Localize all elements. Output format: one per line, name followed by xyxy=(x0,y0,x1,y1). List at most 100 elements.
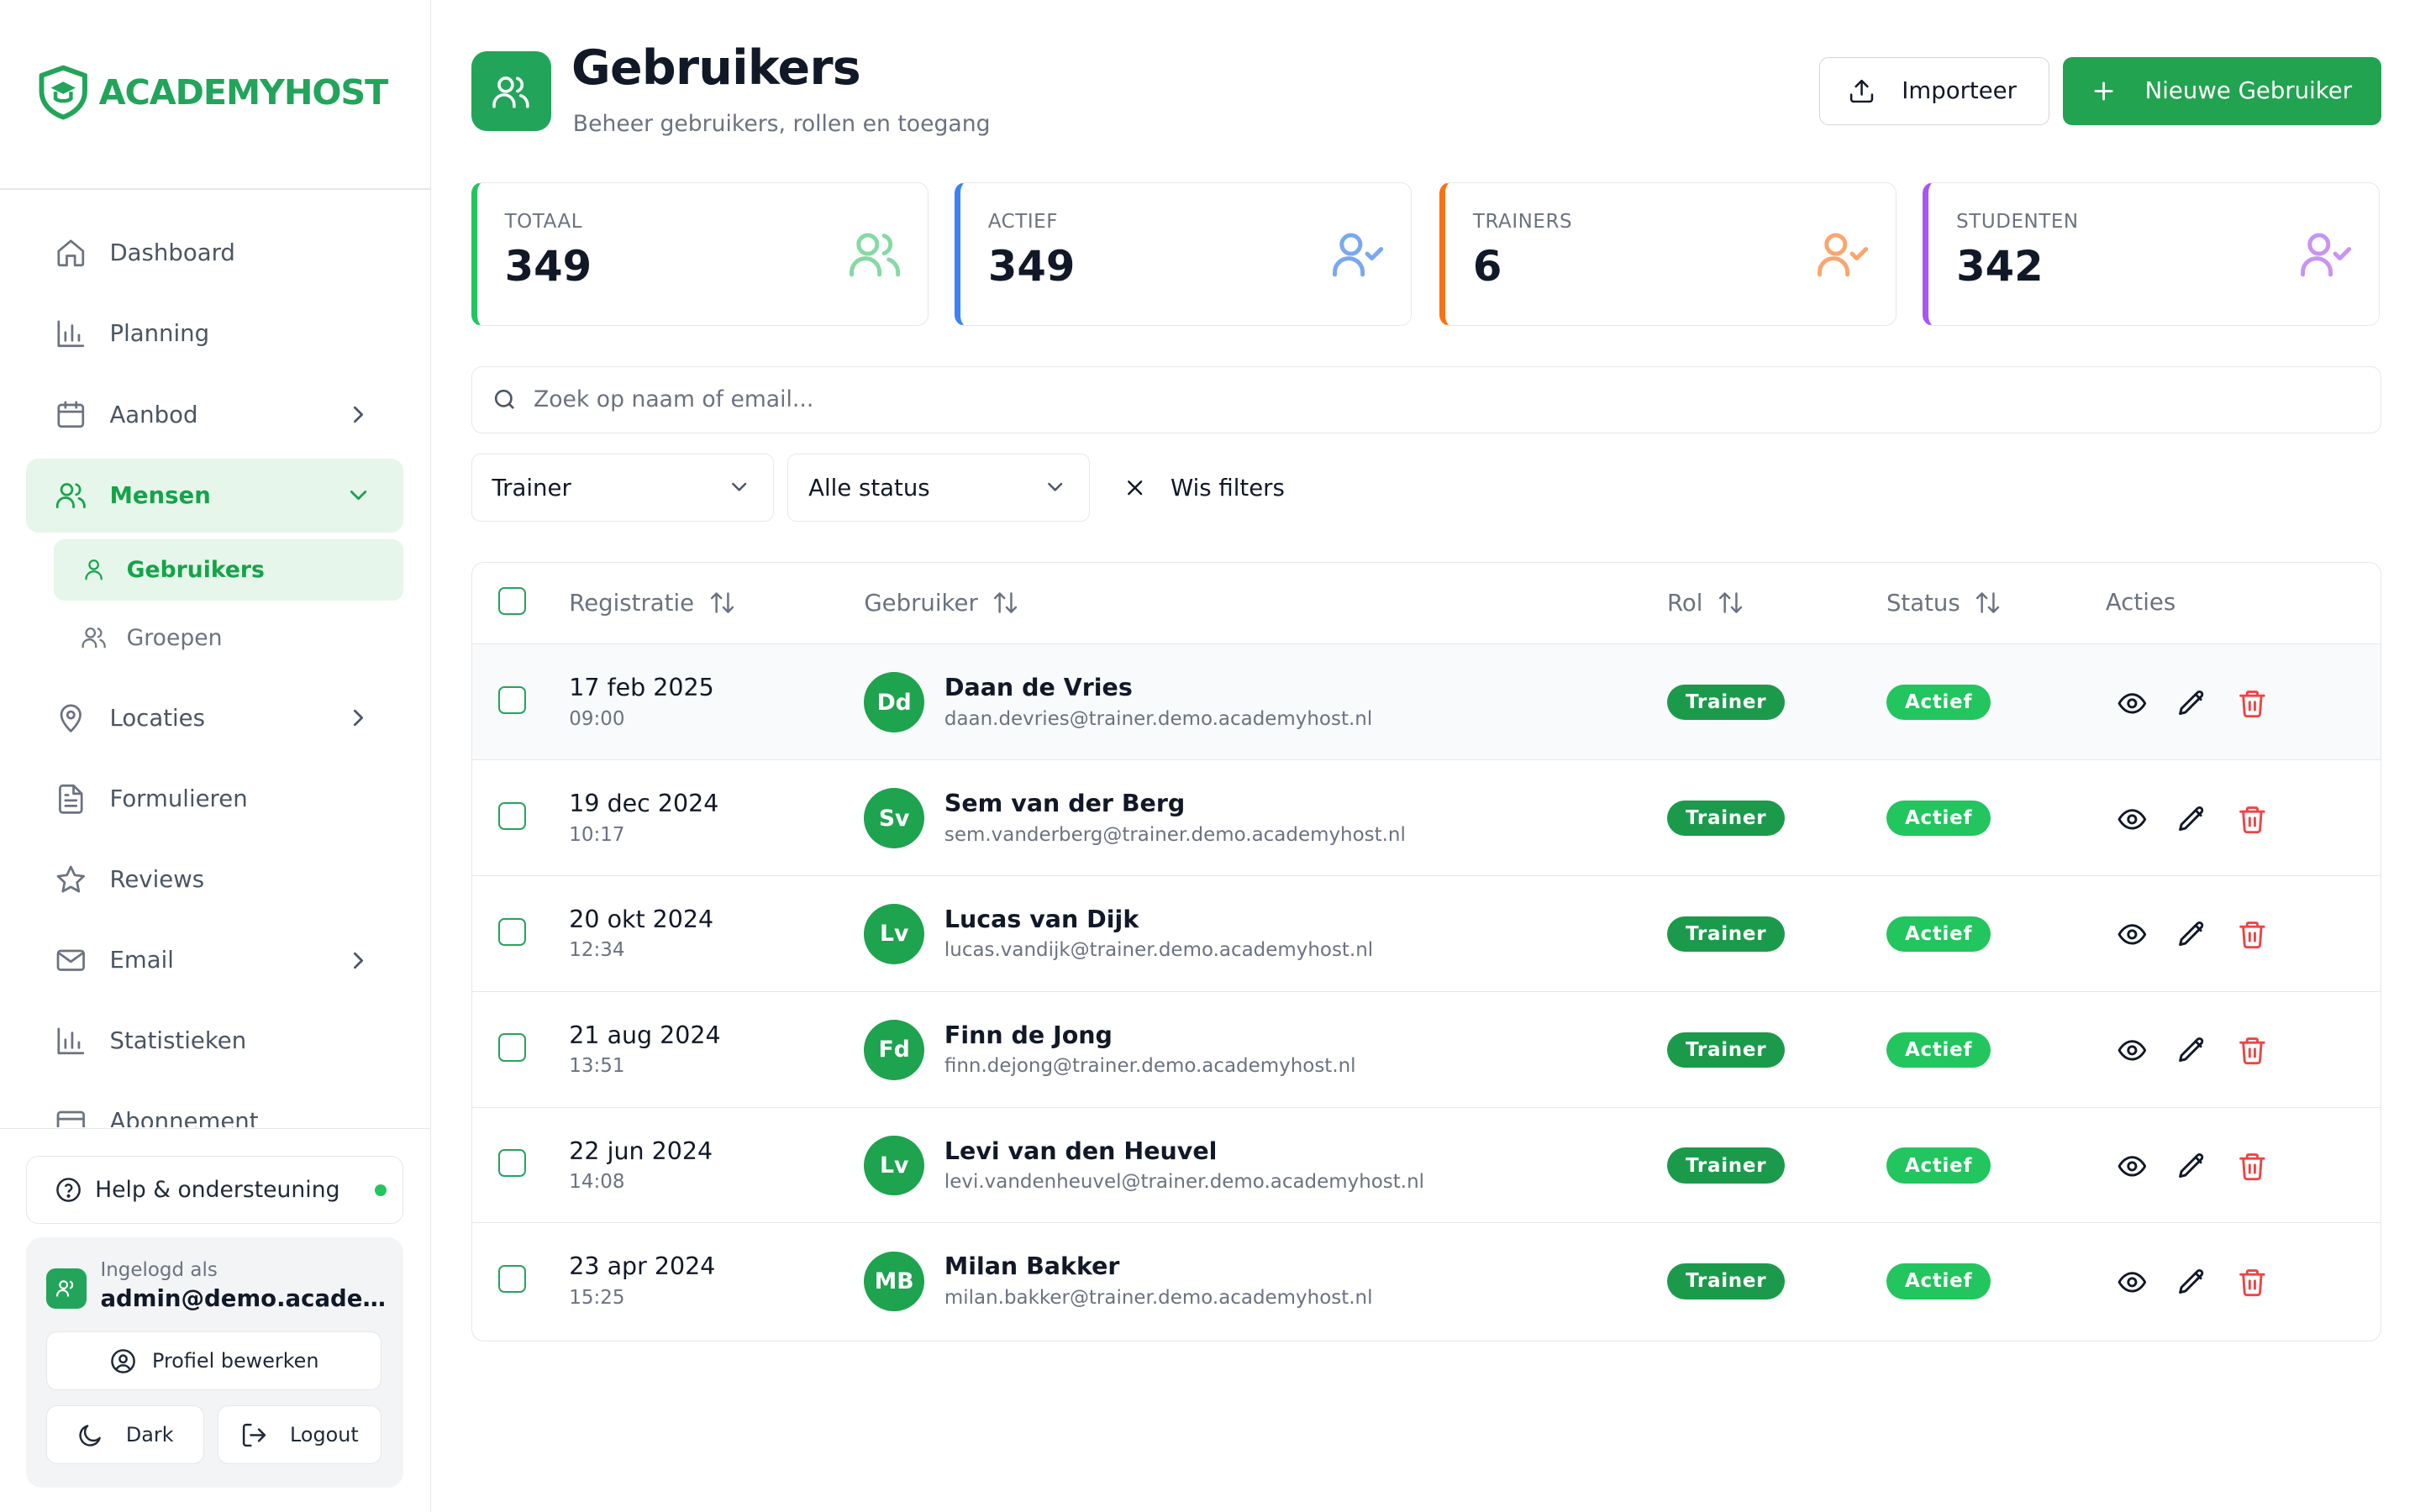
eye-icon[interactable] xyxy=(2117,688,2148,719)
pencil-icon[interactable] xyxy=(2176,804,2207,835)
trash-icon[interactable] xyxy=(2237,1035,2268,1066)
sort-icon xyxy=(1718,592,1743,613)
pencil-icon[interactable] xyxy=(2176,1035,2207,1066)
logged-in-email: admin@demo.academ... xyxy=(100,1285,387,1313)
table-row[interactable]: 23 apr 2024 15:25 MB Milan Bakker milan.… xyxy=(472,1223,2381,1339)
eye-icon[interactable] xyxy=(2117,1035,2148,1066)
new-user-button[interactable]: Nieuwe Gebruiker xyxy=(2063,56,2381,125)
sidebar-item-label: Abonnement xyxy=(109,1108,259,1127)
column-header-rol[interactable]: Rol xyxy=(1667,589,1744,617)
role-badge: Trainer xyxy=(1666,1147,1786,1184)
online-status-dot xyxy=(374,1184,387,1197)
trash-icon[interactable] xyxy=(2237,1151,2268,1182)
registration-date: 17 feb 2025 xyxy=(569,674,714,702)
trash-icon[interactable] xyxy=(2237,1267,2268,1298)
sidebar-item-aanbod[interactable]: Aanbod xyxy=(26,377,402,451)
row-checkbox[interactable] xyxy=(497,1149,526,1178)
trash-icon[interactable] xyxy=(2237,688,2268,719)
stat-card-total: TOTAAL 349 xyxy=(471,181,929,326)
column-header-label: Status xyxy=(1886,589,1960,617)
sidebar-subitem-groepen[interactable]: Groepen xyxy=(54,607,402,669)
column-header-label: Gebruiker xyxy=(864,589,978,617)
stat-value: 6 xyxy=(1472,241,1502,291)
eye-icon[interactable] xyxy=(2117,919,2148,950)
eye-icon[interactable] xyxy=(2117,804,2148,835)
eye-icon[interactable] xyxy=(2117,1151,2148,1182)
column-header-gebruiker[interactable]: Gebruiker xyxy=(864,589,1019,617)
stat-card-students: STUDENTEN 342 xyxy=(1923,181,2381,326)
status-filter-value: Alle status xyxy=(808,474,930,501)
table-row[interactable]: 20 okt 2024 12:34 Lv Lucas van Dijk luca… xyxy=(471,876,2381,992)
stat-label: STUDENTEN xyxy=(1956,210,2079,233)
chevron-down-icon xyxy=(345,481,372,509)
row-checkbox[interactable] xyxy=(497,801,526,830)
column-header-registratie[interactable]: Registratie xyxy=(569,589,735,617)
sidebar-item-formulieren[interactable]: Formulieren xyxy=(26,762,402,836)
file-text-icon xyxy=(54,782,87,816)
sidebar-item-locaties[interactable]: Locaties xyxy=(26,681,402,755)
sidebar-item-mensen[interactable]: Mensen xyxy=(26,458,403,533)
logout-button[interactable]: Logout xyxy=(218,1405,381,1465)
pencil-icon[interactable] xyxy=(2176,1151,2207,1182)
pencil-icon[interactable] xyxy=(2176,1267,2207,1298)
row-checkbox[interactable] xyxy=(497,1033,526,1062)
brand-logo[interactable]: ACADEMYHOST xyxy=(37,65,388,120)
registration-time: 13:51 xyxy=(569,1055,625,1078)
sidebar-item-dashboard[interactable]: Dashboard xyxy=(26,216,402,290)
column-header-acties: Acties xyxy=(2106,589,2175,616)
dark-mode-label: Dark xyxy=(125,1423,174,1447)
chevron-down-icon xyxy=(1043,475,1067,499)
table-row[interactable]: 19 dec 2024 10:17 Sv Sem van der Berg se… xyxy=(471,760,2381,876)
trash-icon[interactable] xyxy=(2237,919,2268,950)
row-checkbox[interactable] xyxy=(497,1265,526,1294)
users-icon xyxy=(56,1280,74,1297)
close-icon xyxy=(1128,480,1143,496)
table-row[interactable]: 22 jun 2024 14:08 Lv Levi van den Heuvel… xyxy=(471,1108,2381,1224)
search-input[interactable] xyxy=(534,386,2078,413)
user-email: levi.vandenheuvel@trainer.demo.academyho… xyxy=(944,1171,1425,1193)
user-name: Levi van den Heuvel xyxy=(944,1137,1218,1165)
row-checkbox[interactable] xyxy=(497,685,526,715)
sidebar: ACADEMYHOST Dashboard Planning Aanbod Me… xyxy=(0,0,431,1512)
help-button[interactable]: Help & ondersteuning xyxy=(26,1155,403,1224)
users-icon xyxy=(492,76,529,108)
row-checkbox[interactable] xyxy=(497,917,526,946)
pencil-icon[interactable] xyxy=(2176,688,2207,719)
sidebar-subitem-gebruikers[interactable]: Gebruikers xyxy=(54,538,403,601)
clear-filters-label: Wis filters xyxy=(1171,474,1285,501)
table-row[interactable]: 17 feb 2025 09:00 Dd Daan de Vries daan.… xyxy=(471,644,2381,761)
role-badge: Trainer xyxy=(1666,800,1786,837)
status-badge: Actief xyxy=(1886,685,1991,721)
column-header-status[interactable]: Status xyxy=(1886,589,2002,617)
eye-icon[interactable] xyxy=(2117,1267,2148,1298)
logout-label: Logout xyxy=(290,1423,359,1447)
import-button[interactable]: Importeer xyxy=(1818,56,2049,125)
column-header-label: Registratie xyxy=(569,589,695,617)
new-user-button-label: Nieuwe Gebruiker xyxy=(2144,77,2353,105)
trash-icon[interactable] xyxy=(2237,804,2268,835)
select-all-checkbox[interactable] xyxy=(497,587,526,616)
stat-label: TRAINERS xyxy=(1472,210,1573,233)
bar-chart-icon xyxy=(54,1024,87,1058)
clear-filters-button[interactable]: Wis filters xyxy=(1118,454,1285,522)
user-check-icon xyxy=(2298,226,2354,281)
sidebar-footer: Help & ondersteuning Ingelogd als admin@… xyxy=(0,1128,430,1512)
page-subtitle: Beheer gebruikers, rollen en toegang xyxy=(572,111,991,138)
dark-mode-button[interactable]: Dark xyxy=(46,1405,204,1465)
column-header-label: Rol xyxy=(1666,589,1703,617)
sidebar-subitem-label: Gebruikers xyxy=(126,556,265,583)
sidebar-item-reviews[interactable]: Reviews xyxy=(26,843,402,916)
sidebar-item-statistieken[interactable]: Statistieken xyxy=(26,1004,402,1078)
user-name: Sem van der Berg xyxy=(944,790,1186,818)
sidebar-item-abonnement[interactable]: Abonnement xyxy=(26,1084,402,1127)
role-badge: Trainer xyxy=(1666,685,1786,721)
pencil-icon[interactable] xyxy=(2176,919,2207,950)
table-row[interactable]: 21 aug 2024 13:51 Fd Finn de Jong finn.d… xyxy=(471,992,2381,1108)
status-filter-select[interactable]: Alle status xyxy=(787,454,1091,522)
registration-time: 10:17 xyxy=(569,823,625,846)
sidebar-item-planning[interactable]: Planning xyxy=(26,297,402,370)
role-filter-select[interactable]: Trainer xyxy=(471,454,774,522)
edit-profile-button[interactable]: Profiel bewerken xyxy=(46,1331,381,1390)
sidebar-item-email[interactable]: Email xyxy=(26,923,402,997)
chevron-right-icon xyxy=(345,704,372,732)
